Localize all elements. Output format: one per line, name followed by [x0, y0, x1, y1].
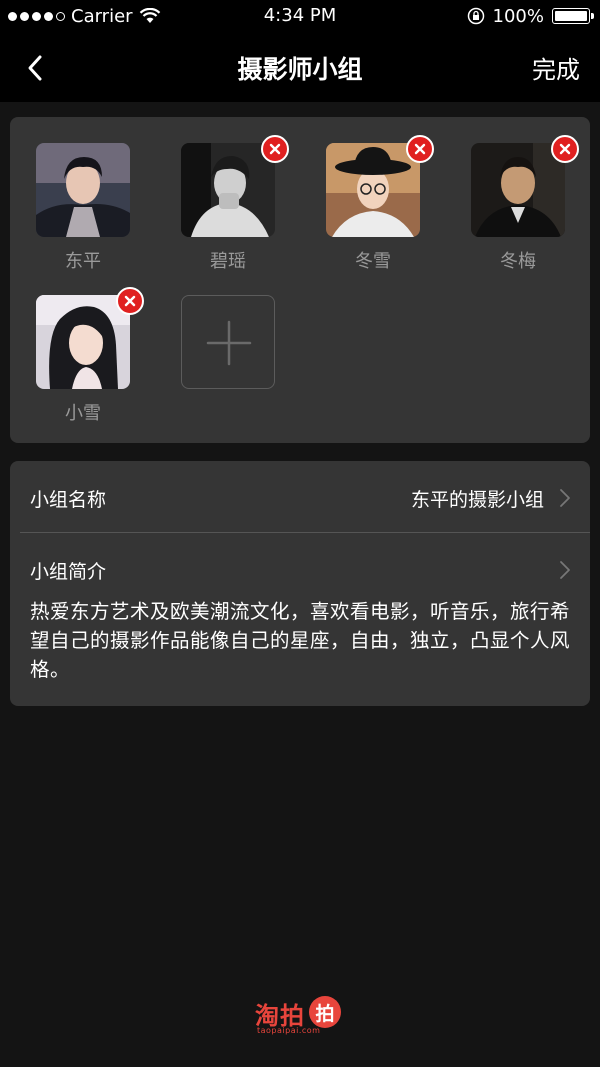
close-icon	[124, 295, 136, 307]
close-icon	[269, 143, 281, 155]
member-name: 小雪	[65, 403, 101, 424]
rotation-lock-icon	[467, 7, 484, 25]
nav-bar: 摄影师小组 完成	[0, 32, 600, 102]
close-icon	[414, 143, 426, 155]
status-right: 100%	[467, 0, 594, 32]
group-info-card: 小组名称 东平的摄影小组 小组简介 热爱东方艺术及欧美潮流文化，喜欢看电影，听音…	[10, 461, 590, 706]
avatar[interactable]	[326, 143, 420, 237]
taopaipai-logo: 淘拍 拍 taopaipai.com	[255, 996, 355, 1040]
add-member-button[interactable]	[181, 295, 275, 389]
chevron-left-icon[interactable]	[18, 48, 58, 88]
chevron-right-icon	[560, 489, 570, 507]
plus-icon	[206, 320, 252, 366]
group-intro-label: 小组简介	[30, 561, 107, 583]
avatar[interactable]	[36, 143, 130, 237]
remove-member-button[interactable]	[406, 135, 434, 163]
group-name-value: 东平的摄影小组	[410, 489, 544, 511]
member-name: 碧瑶	[210, 251, 246, 272]
chevron-right-icon	[560, 561, 570, 579]
member-name: 冬梅	[500, 251, 536, 272]
remove-member-button[interactable]	[551, 135, 579, 163]
battery-fill	[555, 11, 587, 21]
battery-percent: 100%	[492, 5, 544, 27]
group-name-label: 小组名称	[30, 489, 107, 511]
avatar[interactable]	[181, 143, 275, 237]
logo-bubble: 拍	[309, 996, 341, 1028]
members-card: 东平 碧瑶 冬雪 冬梅 小雪	[10, 117, 590, 443]
avatar[interactable]	[471, 143, 565, 237]
avatar[interactable]	[36, 295, 130, 389]
group-name-row[interactable]: 小组名称 东平的摄影小组	[10, 461, 590, 533]
logo-sub: taopaipai.com	[257, 1026, 321, 1035]
remove-member-button[interactable]	[261, 135, 289, 163]
group-intro-text: 热爱东方艺术及欧美潮流文化，喜欢看电影，听音乐，旅行希望自己的摄影作品能像自己的…	[30, 600, 571, 681]
remove-member-button[interactable]	[116, 287, 144, 315]
status-bar: Carrier 4:34 PM 100%	[0, 0, 600, 32]
close-icon	[559, 143, 571, 155]
done-button[interactable]: 完成	[532, 50, 580, 85]
group-intro-row[interactable]: 小组简介	[10, 533, 590, 605]
member-name: 东平	[65, 251, 101, 272]
page-title: 摄影师小组	[237, 55, 363, 84]
battery-icon	[552, 8, 594, 24]
member-name: 冬雪	[355, 251, 391, 272]
